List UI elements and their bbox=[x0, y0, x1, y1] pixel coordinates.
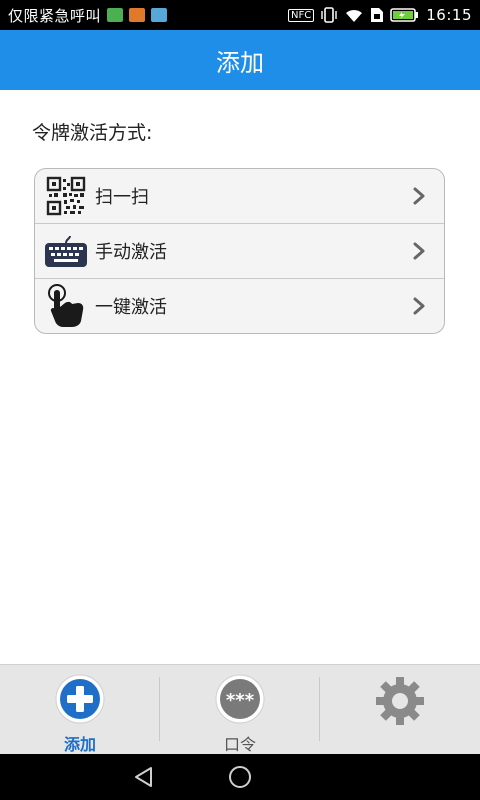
status-bar: 仅限紧急呼叫 NFC 16:15 bbox=[0, 0, 480, 30]
title-bar: 添加 bbox=[0, 30, 480, 90]
tab-password[interactable]: *** 口令 bbox=[160, 665, 320, 755]
tab-label: 添加 bbox=[63, 735, 96, 754]
list-item-label: 一键激活 bbox=[95, 297, 167, 318]
svg-text:***: *** bbox=[226, 690, 255, 711]
keyboard-icon bbox=[43, 228, 89, 274]
notification-icon-1 bbox=[107, 8, 124, 22]
chevron-right-icon bbox=[413, 297, 425, 315]
list-item-one-click[interactable]: 一键激活 bbox=[35, 279, 444, 333]
tab-settings[interactable] bbox=[320, 665, 480, 755]
list-item-scan[interactable]: 扫一扫 bbox=[35, 169, 444, 224]
status-right: NFC 16:15 bbox=[288, 6, 472, 24]
activation-method-list: 扫一扫 手动激活 一键激活 bbox=[34, 168, 445, 334]
battery-icon bbox=[390, 8, 419, 22]
recents-icon[interactable] bbox=[323, 764, 349, 790]
section-label: 令牌激活方式: bbox=[32, 122, 153, 144]
notification-icon-2 bbox=[129, 8, 146, 22]
list-item-manual[interactable]: 手动激活 bbox=[35, 224, 444, 279]
nfc-icon: NFC bbox=[288, 8, 315, 22]
vibrate-icon bbox=[321, 7, 337, 23]
page-title: 添加 bbox=[216, 48, 264, 77]
add-circle-icon bbox=[55, 674, 105, 724]
bottom-nav: 添加 *** 口令 bbox=[0, 664, 480, 755]
chevron-right-icon bbox=[413, 242, 425, 260]
carrier-text: 仅限紧急呼叫 bbox=[8, 6, 102, 25]
sim-icon bbox=[371, 8, 384, 22]
notification-icon-3 bbox=[151, 8, 168, 22]
tap-hand-icon bbox=[43, 283, 89, 329]
wifi-icon bbox=[346, 9, 363, 22]
tab-add[interactable]: 添加 bbox=[0, 665, 160, 755]
clock: 16:15 bbox=[426, 6, 472, 24]
tab-label: 口令 bbox=[223, 735, 256, 754]
chevron-right-icon bbox=[413, 187, 425, 205]
password-dots-icon: *** bbox=[215, 674, 265, 724]
list-item-label: 手动激活 bbox=[95, 242, 167, 263]
gear-icon bbox=[376, 677, 424, 725]
qr-code-icon bbox=[43, 173, 89, 219]
system-nav-bar bbox=[0, 754, 480, 800]
back-icon[interactable] bbox=[131, 764, 157, 790]
list-item-label: 扫一扫 bbox=[95, 187, 149, 208]
home-icon[interactable] bbox=[227, 764, 253, 790]
status-left: 仅限紧急呼叫 bbox=[8, 5, 168, 26]
